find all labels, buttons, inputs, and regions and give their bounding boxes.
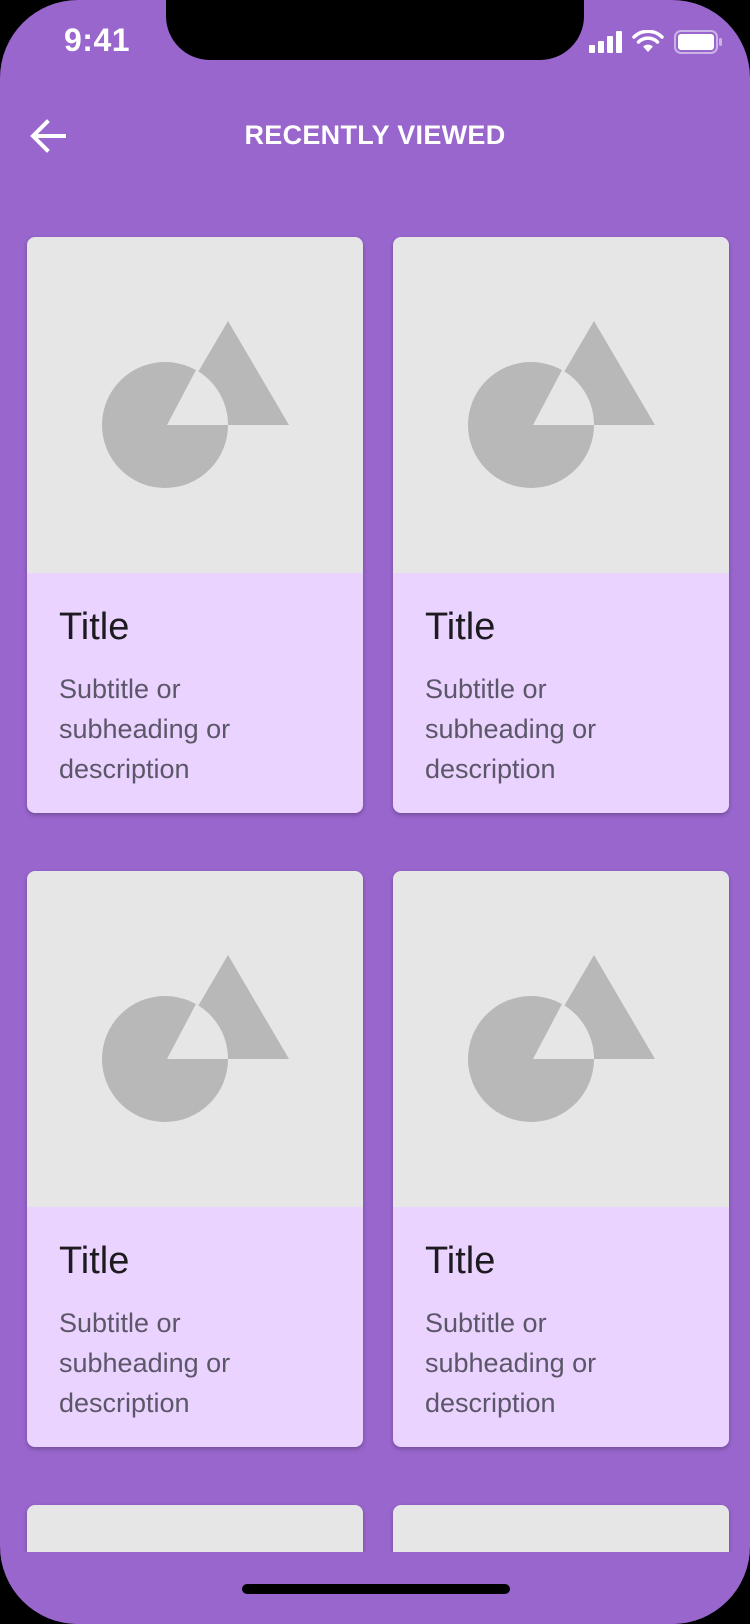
card-image: [393, 237, 729, 573]
product-card[interactable]: Title Subtitle or subheading or descript…: [27, 871, 363, 1447]
card-subtitle: Subtitle or subheading or description: [425, 1308, 597, 1418]
card-body: Title Subtitle or subheading or descript…: [393, 1207, 729, 1447]
page-title: RECENTLY VIEWED: [244, 120, 506, 150]
card-body: Title Subtitle or subheading or descript…: [27, 573, 363, 813]
image-placeholder-icon: [102, 321, 289, 488]
card-subtitle: Subtitle or subheading or description: [59, 674, 231, 784]
card-image: [27, 871, 363, 1207]
card-image: [393, 871, 729, 1207]
image-placeholder-icon: [468, 955, 655, 1122]
signal-icon: [589, 31, 622, 53]
battery-icon: [674, 30, 722, 54]
product-card[interactable]: Title Subtitle or subheading or descript…: [393, 237, 729, 813]
card-title: Title: [59, 606, 130, 648]
product-card[interactable]: Title Subtitle or subheading or descript…: [393, 871, 729, 1447]
status-icons: [589, 30, 722, 54]
card-title: Title: [59, 1240, 130, 1282]
card-body: Title Subtitle or subheading or descript…: [393, 573, 729, 813]
device-notch: [166, 0, 584, 60]
card-subtitle: Subtitle or subheading or description: [59, 1308, 231, 1418]
image-placeholder-icon: [468, 321, 655, 488]
app-screen: 9:41 RECENTLY VIEWED Title Subtitle or s…: [0, 0, 750, 1624]
card-title: Title: [425, 1240, 496, 1282]
status-time: 9:41: [64, 22, 131, 58]
card-image: [27, 237, 363, 573]
home-indicator[interactable]: [242, 1584, 510, 1594]
card-title: Title: [425, 606, 496, 648]
app-header: RECENTLY VIEWED: [0, 100, 750, 172]
card-body: Title Subtitle or subheading or descript…: [27, 1207, 363, 1447]
image-placeholder-icon: [102, 955, 289, 1122]
product-card[interactable]: Title Subtitle or subheading or descript…: [27, 237, 363, 813]
card-subtitle: Subtitle or subheading or description: [425, 674, 597, 784]
wifi-icon: [632, 30, 664, 52]
